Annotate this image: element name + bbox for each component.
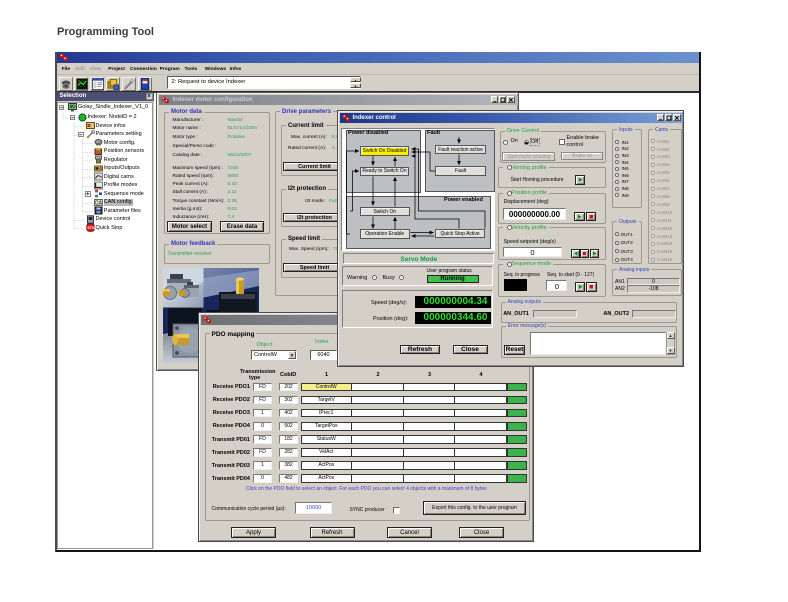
- svg-text:STOP: STOP: [87, 227, 95, 231]
